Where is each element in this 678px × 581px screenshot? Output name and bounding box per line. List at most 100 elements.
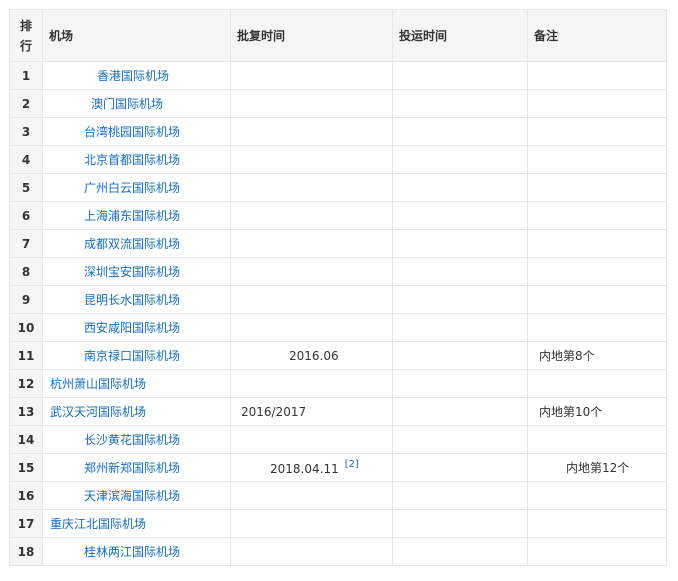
table-row: 18 桂林两江国际机场 [9,537,667,566]
airport-cell: 上海浦东国际机场 [42,201,231,230]
note-cell [527,89,667,118]
table-row: 7 成都双流国际机场 [9,229,667,258]
airport-link[interactable]: 香港国际机场 [97,69,169,83]
airport-cell: 西安咸阳国际机场 [42,313,231,342]
rank-cell: 16 [9,481,43,510]
approval-cell [230,145,393,174]
note-cell [527,369,667,398]
approval-date: 2016.06 [289,348,339,363]
rank-cell: 3 [9,117,43,146]
table-row: 5 广州白云国际机场 [9,173,667,202]
table-row: 6 上海浦东国际机场 [9,201,667,230]
rank-cell: 17 [9,509,43,538]
note-cell [527,173,667,202]
rank-cell: 4 [9,145,43,174]
airport-link[interactable]: 昆明长水国际机场 [84,293,180,307]
table-row: 16 天津滨海国际机场 [9,481,667,510]
table-row: 13 武汉天河国际机场 2016/2017 内地第10个 [9,397,667,426]
approval-cell [230,369,393,398]
note-cell [527,509,667,538]
approval-header: 批复时间 [230,9,393,62]
airport-link[interactable]: 杭州萧山国际机场 [50,377,146,391]
approval-cell: 2016/2017 [230,397,393,426]
table-row: 3 台湾桃园国际机场 [9,117,667,146]
rank-cell: 12 [9,369,43,398]
airport-cell: 桂林两江国际机场 [42,537,231,566]
reference-link[interactable]: [2] [345,459,359,470]
airport-link[interactable]: 广州白云国际机场 [84,181,180,195]
note-cell [527,285,667,314]
approval-cell [230,285,393,314]
operation-cell [392,145,528,174]
airport-link[interactable]: 深圳宝安国际机场 [84,265,180,279]
rank-cell: 8 [9,257,43,286]
operation-cell [392,397,528,426]
table-row: 17 重庆江北国际机场 [9,509,667,538]
approval-cell [230,313,393,342]
table-row: 4 北京首都国际机场 [9,145,667,174]
airport-link[interactable]: 郑州新郑国际机场 [84,461,180,475]
note-cell [527,425,667,454]
airport-cell: 武汉天河国际机场 [42,397,231,426]
approval-date: 2016/2017 [241,404,307,419]
airport-link[interactable]: 天津滨海国际机场 [84,489,180,503]
rank-cell: 15 [9,453,43,482]
approval-cell [230,117,393,146]
airport-link[interactable]: 武汉天河国际机场 [50,405,146,419]
airport-link[interactable]: 成都双流国际机场 [84,237,180,251]
approval-cell [230,509,393,538]
rank-cell: 14 [9,425,43,454]
airport-header: 机场 [42,9,231,62]
rank-cell: 10 [9,313,43,342]
rank-cell: 9 [9,285,43,314]
airport-cell: 郑州新郑国际机场 [42,453,231,482]
note-cell [527,313,667,342]
airport-cell: 深圳宝安国际机场 [42,257,231,286]
airport-link[interactable]: 澳门国际机场 [91,97,163,111]
rank-header: 排 行 [9,9,43,62]
rank-cell: 2 [9,89,43,118]
approval-cell [230,89,393,118]
operation-cell [392,425,528,454]
note-cell [527,61,667,90]
airport-link[interactable]: 桂林两江国际机场 [84,545,180,559]
rank-cell: 13 [9,397,43,426]
rank-header-line2: 行 [19,38,32,53]
header-row: 排 行 机场 批复时间 投运时间 备注 [9,9,667,62]
operation-header: 投运时间 [392,9,528,62]
rank-cell: 6 [9,201,43,230]
note-cell [527,257,667,286]
note-cell [527,145,667,174]
note-cell [527,201,667,230]
operation-cell [392,285,528,314]
operation-cell [392,453,528,482]
note-cell [527,117,667,146]
airport-link[interactable]: 重庆江北国际机场 [50,517,146,531]
note-header: 备注 [527,9,667,62]
airport-cell: 南京禄口国际机场 [42,341,231,370]
airport-link[interactable]: 长沙黄花国际机场 [84,433,180,447]
airport-cell: 重庆江北国际机场 [42,509,231,538]
airport-cell: 昆明长水国际机场 [42,285,231,314]
operation-cell [392,537,528,566]
airport-cell: 澳门国际机场 [42,89,231,118]
approval-cell [230,201,393,230]
airport-cell: 北京首都国际机场 [42,145,231,174]
operation-cell [392,89,528,118]
airport-link[interactable]: 上海浦东国际机场 [84,209,180,223]
airport-link[interactable]: 西安咸阳国际机场 [84,321,180,335]
note-cell [527,229,667,258]
operation-cell [392,509,528,538]
table-row: 11 南京禄口国际机场 2016.06 内地第8个 [9,341,667,370]
approval-cell: 2016.06 [230,341,393,370]
airport-cell: 广州白云国际机场 [42,173,231,202]
airport-link[interactable]: 北京首都国际机场 [84,153,180,167]
operation-cell [392,481,528,510]
rank-cell: 11 [9,341,43,370]
rank-cell: 18 [9,537,43,566]
airport-link[interactable]: 台湾桃园国际机场 [84,125,180,139]
table-row: 2 澳门国际机场 [9,89,667,118]
approval-cell [230,257,393,286]
operation-cell [392,61,528,90]
airport-link[interactable]: 南京禄口国际机场 [84,349,180,363]
